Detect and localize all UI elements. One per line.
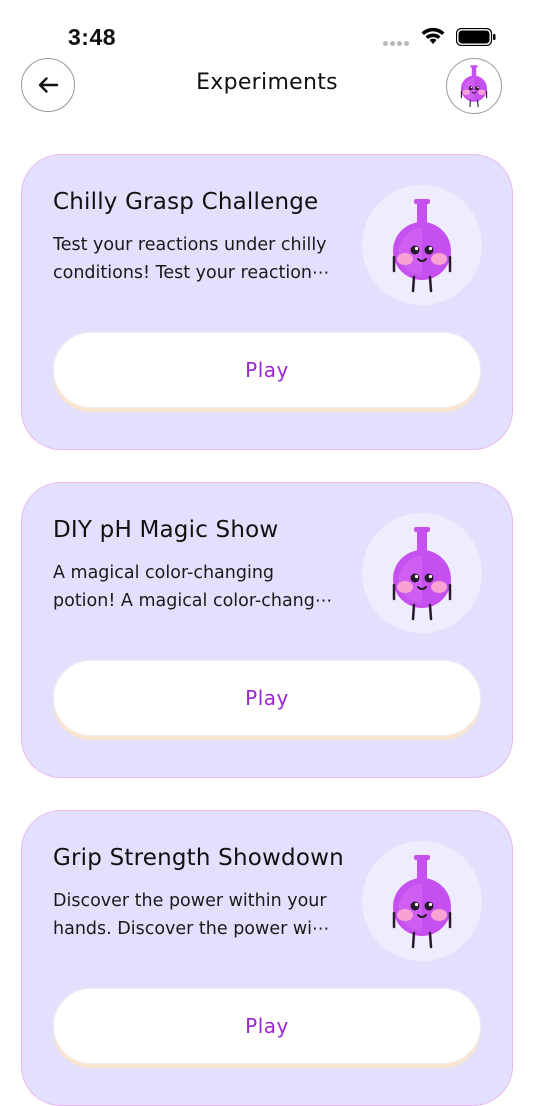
signal-icon (383, 41, 409, 46)
avatar-button[interactable] (446, 58, 502, 114)
experiment-description: A magical color-changing potion! A magic… (53, 563, 333, 611)
nav-bar: Experiments (0, 58, 534, 116)
experiment-title: Chilly Grasp Challenge (53, 189, 319, 215)
play-button[interactable]: Play (53, 332, 481, 408)
experiment-description: Test your reactions under chilly conditi… (53, 235, 330, 283)
battery-icon (456, 28, 496, 46)
experiment-card: DIY pH Magic Show A magical color-changi… (21, 482, 513, 778)
experiment-card: Chilly Grasp Challenge Test your reactio… (21, 154, 513, 450)
play-button[interactable]: Play (53, 988, 481, 1064)
experiment-title: Grip Strength Showdown (53, 845, 344, 871)
status-time: 3:48 (68, 24, 117, 50)
flask-mascot-icon (382, 195, 462, 295)
experiment-image (362, 185, 482, 305)
experiment-title: DIY pH Magic Show (53, 517, 279, 543)
experiment-image (362, 513, 482, 633)
flask-mascot-icon (382, 851, 462, 951)
wifi-icon (421, 27, 445, 44)
flask-mascot-icon (456, 63, 492, 109)
experiment-card: Grip Strength Showdown Discover the powe… (21, 810, 513, 1106)
experiment-image (362, 841, 482, 961)
flask-mascot-icon (382, 523, 462, 623)
status-bar: 3:48 (0, 0, 534, 56)
experiment-description: Discover the power within your hands. Di… (53, 891, 330, 939)
play-button[interactable]: Play (53, 660, 481, 736)
